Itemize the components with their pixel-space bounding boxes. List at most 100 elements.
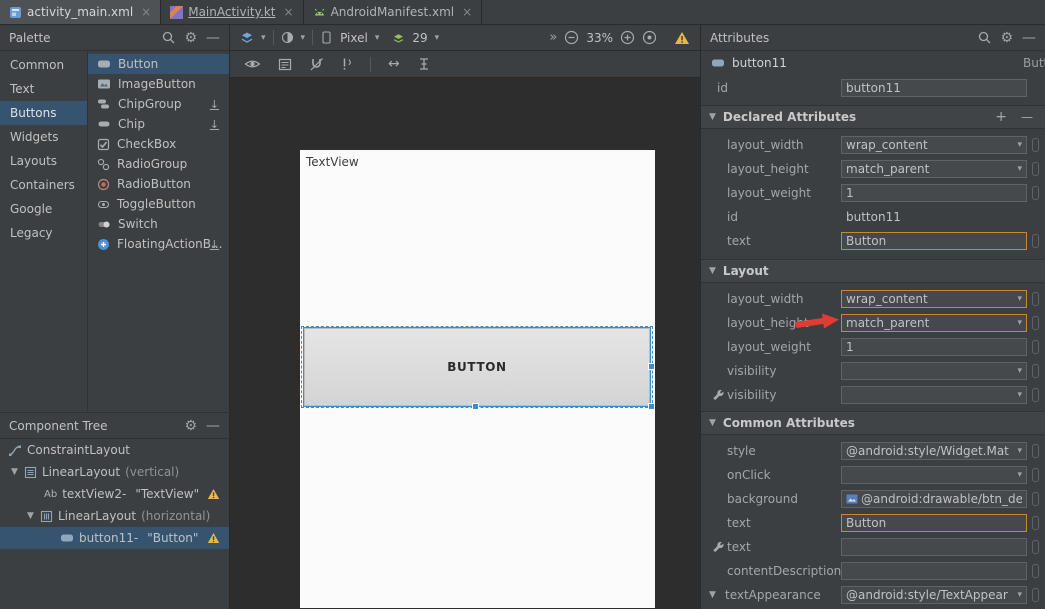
- design-surface-icon[interactable]: [240, 31, 254, 44]
- tab-mainactivity-kt[interactable]: MainActivity.kt ×: [161, 0, 303, 24]
- pick-resource-button[interactable]: [1032, 516, 1039, 530]
- pick-resource-button[interactable]: [1032, 564, 1039, 578]
- pick-resource-button[interactable]: [1032, 588, 1039, 602]
- text-input[interactable]: Button: [841, 232, 1027, 250]
- infer-constraints-icon[interactable]: [341, 57, 353, 71]
- tools-visibility-dropdown[interactable]: ▾: [841, 386, 1027, 404]
- remove-attribute-icon[interactable]: —: [1021, 110, 1033, 124]
- align-distribute-icon[interactable]: [417, 57, 431, 71]
- default-margins-icon[interactable]: ↔: [388, 56, 400, 72]
- zoom-level[interactable]: 33%: [586, 31, 613, 45]
- pick-resource-button[interactable]: [1032, 540, 1039, 554]
- zoom-to-fit-icon[interactable]: [642, 30, 657, 45]
- component-radiogroup[interactable]: RadioGroup: [88, 154, 229, 174]
- pick-resource-button[interactable]: [1032, 340, 1039, 354]
- device-selector[interactable]: Pixel: [340, 31, 368, 45]
- show-blueprint-icon[interactable]: [278, 58, 292, 71]
- zoom-in-icon[interactable]: [620, 30, 635, 45]
- device-icon[interactable]: [320, 31, 333, 44]
- tree-item-constraintlayout[interactable]: ConstraintLayout: [0, 439, 229, 461]
- pick-resource-button[interactable]: [1032, 316, 1039, 330]
- search-icon[interactable]: [978, 31, 991, 44]
- hide-panel-icon[interactable]: —: [206, 31, 220, 45]
- tree-item-textview2[interactable]: Ab textView2-"TextView": [0, 483, 229, 505]
- textappearance-dropdown[interactable]: @android:style/TextAppear▾: [841, 586, 1027, 604]
- expand-arrow-icon[interactable]: ▼: [10, 467, 19, 477]
- pick-resource-button[interactable]: [1032, 234, 1039, 248]
- layout-weight-input[interactable]: 1: [841, 338, 1027, 356]
- pick-resource-button[interactable]: [1032, 186, 1039, 200]
- component-chip[interactable]: Chip ↓: [88, 114, 229, 134]
- toolbar-overflow-icon[interactable]: »: [549, 30, 557, 45]
- resize-handle-right[interactable]: [648, 363, 655, 370]
- pick-resource-button[interactable]: [1032, 292, 1039, 306]
- download-icon[interactable]: ↓: [210, 98, 219, 111]
- search-icon[interactable]: [162, 31, 175, 44]
- contentdescription-input[interactable]: [841, 562, 1027, 580]
- gear-icon[interactable]: ⚙: [1000, 31, 1013, 45]
- download-icon[interactable]: ↓: [210, 118, 219, 131]
- pick-resource-button[interactable]: [1032, 162, 1039, 176]
- close-icon[interactable]: ×: [141, 5, 151, 19]
- category-legacy[interactable]: Legacy: [0, 221, 87, 245]
- tab-androidmanifest-xml[interactable]: AndroidManifest.xml ×: [304, 0, 483, 24]
- tree-item-linearlayout-horizontal[interactable]: ▼ LinearLayout(horizontal): [0, 505, 229, 527]
- component-button[interactable]: Button: [88, 54, 229, 74]
- section-layout[interactable]: ▼ Layout: [701, 259, 1045, 283]
- collapse-icon[interactable]: ▼: [709, 418, 716, 428]
- onclick-dropdown[interactable]: ▾: [841, 466, 1027, 484]
- section-common-attributes[interactable]: ▼ Common Attributes: [701, 411, 1045, 435]
- autoconnect-off-icon[interactable]: [309, 57, 324, 71]
- expand-arrow-icon[interactable]: ▼: [26, 511, 35, 521]
- close-icon[interactable]: ×: [462, 5, 472, 19]
- add-attribute-icon[interactable]: +: [995, 109, 1007, 125]
- api-level-icon[interactable]: [392, 32, 405, 44]
- component-floatingactionbutton[interactable]: FloatingActionB... ↓: [88, 234, 229, 254]
- pick-resource-button[interactable]: [1032, 388, 1039, 402]
- text-input[interactable]: Button: [841, 514, 1027, 532]
- component-checkbox[interactable]: CheckBox: [88, 134, 229, 154]
- background-input[interactable]: @android:drawable/btn_defau: [841, 490, 1027, 508]
- category-buttons[interactable]: Buttons: [0, 101, 87, 125]
- layout-height-dropdown[interactable]: match_parent▾: [841, 160, 1027, 178]
- visibility-dropdown[interactable]: ▾: [841, 362, 1027, 380]
- category-layouts[interactable]: Layouts: [0, 149, 87, 173]
- tree-item-linearlayout-vertical[interactable]: ▼ LinearLayout(vertical): [0, 461, 229, 483]
- category-text[interactable]: Text: [0, 77, 87, 101]
- category-widgets[interactable]: Widgets: [0, 125, 87, 149]
- collapse-icon[interactable]: ▼: [709, 112, 716, 122]
- hide-panel-icon[interactable]: —: [1022, 31, 1036, 45]
- id-input[interactable]: button11: [841, 79, 1027, 97]
- category-containers[interactable]: Containers: [0, 173, 87, 197]
- component-togglebutton[interactable]: ToggleButton: [88, 194, 229, 214]
- tab-activity-main-xml[interactable]: activity_main.xml ×: [0, 0, 161, 24]
- download-icon[interactable]: ↓: [210, 238, 219, 251]
- component-switch[interactable]: Switch: [88, 214, 229, 234]
- chevron-down-icon[interactable]: ▾: [301, 33, 306, 43]
- id-value[interactable]: button11: [846, 210, 901, 224]
- zoom-out-icon[interactable]: [564, 30, 579, 45]
- category-google[interactable]: Google: [0, 197, 87, 221]
- chevron-down-icon[interactable]: ▾: [375, 33, 380, 43]
- category-common[interactable]: Common: [0, 53, 87, 77]
- design-canvas[interactable]: TextView BUTTON: [230, 78, 700, 608]
- gear-icon[interactable]: ⚙: [184, 419, 197, 433]
- resize-handle-bottom[interactable]: [472, 403, 479, 410]
- chevron-down-icon[interactable]: ▾: [435, 33, 440, 43]
- component-radiobutton[interactable]: RadioButton: [88, 174, 229, 194]
- pick-resource-button[interactable]: [1032, 138, 1039, 152]
- pick-resource-button[interactable]: [1032, 444, 1039, 458]
- orientation-theme-icon[interactable]: [281, 31, 294, 44]
- button-widget[interactable]: BUTTON: [304, 328, 650, 406]
- tree-item-button11[interactable]: button11-"Button": [0, 527, 229, 549]
- expand-arrow-icon[interactable]: ▼: [709, 590, 716, 600]
- chevron-down-icon[interactable]: ▾: [261, 33, 266, 43]
- collapse-icon[interactable]: ▼: [709, 266, 716, 276]
- hide-panel-icon[interactable]: —: [206, 419, 220, 433]
- component-chipgroup[interactable]: ChipGroup ↓: [88, 94, 229, 114]
- layout-width-dropdown[interactable]: wrap_content▾: [841, 290, 1027, 308]
- view-options-icon[interactable]: [244, 58, 261, 70]
- pick-resource-button[interactable]: [1032, 468, 1039, 482]
- gear-icon[interactable]: ⚙: [184, 31, 197, 45]
- warning-count-icon[interactable]: [674, 31, 690, 45]
